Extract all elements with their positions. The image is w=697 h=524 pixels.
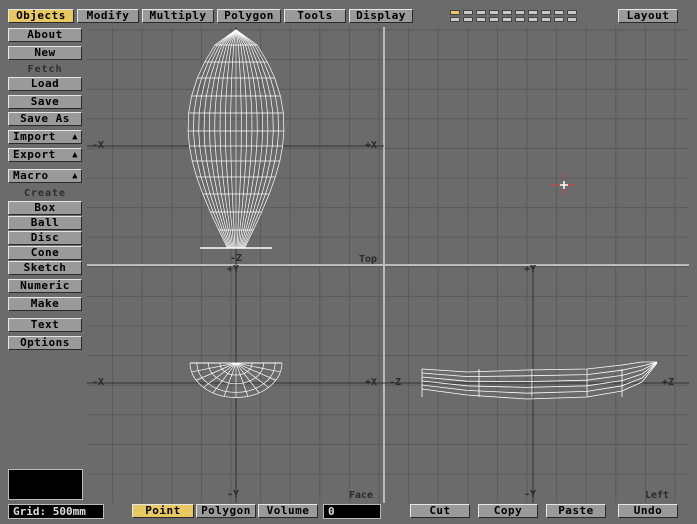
create-header: Create	[23, 188, 67, 199]
hull-top-wire	[235, 29, 263, 249]
macro-label: Macro	[13, 169, 49, 182]
hull-top-wire	[235, 29, 242, 249]
grid-size-display: Grid: 500mm	[8, 504, 104, 519]
layer-cell[interactable]	[489, 17, 499, 22]
tab-modify[interactable]: Modify	[77, 9, 139, 23]
tab-polygon[interactable]: Polygon	[217, 9, 281, 23]
selection-count: 0	[323, 504, 381, 519]
disc-button[interactable]: Disc	[8, 231, 82, 245]
top-view-label: Top	[359, 254, 378, 265]
make-button[interactable]: Make	[8, 297, 82, 311]
layer-cell[interactable]	[528, 10, 538, 15]
layer-cell[interactable]	[450, 17, 460, 22]
paste-button[interactable]: Paste	[546, 504, 606, 518]
layer-cell[interactable]	[476, 17, 486, 22]
box-button[interactable]: Box	[8, 201, 82, 215]
macro-popup[interactable]: Macro ▲	[8, 169, 82, 183]
layer-cell[interactable]	[528, 17, 538, 22]
hull-top-wire	[187, 29, 236, 249]
cut-button[interactable]: Cut	[410, 504, 470, 518]
left-minus-y-label: -Y	[524, 489, 537, 500]
color-swatch	[8, 469, 83, 500]
updown-arrow-icon: ▲	[72, 150, 78, 160]
layer-cell[interactable]	[463, 10, 473, 15]
sketch-button[interactable]: Sketch	[8, 261, 82, 275]
fetch-header: Fetch	[27, 64, 63, 75]
save-as-button[interactable]: Save As	[8, 112, 82, 126]
left-plus-z-label: +Z	[662, 377, 675, 388]
export-label: Export	[13, 148, 56, 161]
top-minus-z-label: -Z	[230, 253, 243, 264]
tab-display[interactable]: Display	[349, 9, 413, 23]
layer-cell[interactable]	[541, 10, 551, 15]
new-button[interactable]: New	[8, 46, 82, 60]
copy-button[interactable]: Copy	[478, 504, 538, 518]
face-view-label: Face	[349, 490, 374, 501]
polygon-mode-button[interactable]: Polygon	[196, 504, 256, 518]
layer-cell[interactable]	[567, 17, 577, 22]
layer-cell[interactable]	[450, 10, 460, 15]
load-button[interactable]: Load	[8, 77, 82, 91]
top-minus-x-label: -X	[92, 140, 105, 151]
tab-tools[interactable]: Tools	[284, 9, 346, 23]
layer-cell[interactable]	[515, 17, 525, 22]
undo-button[interactable]: Undo	[618, 504, 678, 518]
tab-objects[interactable]: Objects	[8, 9, 74, 23]
updown-arrow-icon: ▲	[72, 171, 78, 181]
left-minus-z-label: -Z	[389, 377, 402, 388]
numeric-button[interactable]: Numeric	[8, 279, 82, 293]
point-mode-button[interactable]: Point	[132, 504, 194, 518]
ball-button[interactable]: Ball	[8, 216, 82, 230]
tab-multiply[interactable]: Multiply	[142, 9, 214, 23]
hull-top-wire	[209, 29, 237, 249]
face-plus-x-label: +X	[365, 377, 378, 388]
updown-arrow-icon: ▲	[72, 132, 78, 142]
volume-mode-button[interactable]: Volume	[258, 504, 318, 518]
viewport-grid[interactable]	[87, 27, 689, 503]
import-popup[interactable]: Import ▲	[8, 130, 82, 144]
face-plus-y-label: +Y	[227, 264, 240, 275]
viewport-area[interactable]: Top Face Left -X +X -Z +Y -X +X -Y +Y -Z…	[87, 27, 689, 503]
layer-selector[interactable]	[450, 10, 580, 24]
layer-cell[interactable]	[489, 10, 499, 15]
top-plus-x-label: +X	[365, 140, 378, 151]
layer-cell[interactable]	[554, 17, 564, 22]
about-button[interactable]: About	[8, 28, 82, 42]
left-view-label: Left	[645, 490, 670, 501]
layer-cell[interactable]	[541, 17, 551, 22]
layer-cell[interactable]	[463, 17, 473, 22]
layer-cell[interactable]	[554, 10, 564, 15]
layer-cell[interactable]	[476, 10, 486, 15]
face-minus-x-label: -X	[92, 377, 105, 388]
export-popup[interactable]: Export ▲	[8, 148, 82, 162]
options-button[interactable]: Options	[8, 336, 82, 350]
import-label: Import	[13, 130, 56, 143]
text-button[interactable]: Text	[8, 318, 82, 332]
layer-cell[interactable]	[567, 10, 577, 15]
save-button[interactable]: Save	[8, 95, 82, 109]
layer-cell[interactable]	[502, 17, 512, 22]
layer-cell[interactable]	[515, 10, 525, 15]
layer-cell[interactable]	[502, 10, 512, 15]
cone-button[interactable]: Cone	[8, 246, 82, 260]
left-plus-y-label: +Y	[524, 264, 537, 275]
layout-button[interactable]: Layout	[618, 9, 678, 23]
face-minus-y-label: -Y	[227, 489, 240, 500]
